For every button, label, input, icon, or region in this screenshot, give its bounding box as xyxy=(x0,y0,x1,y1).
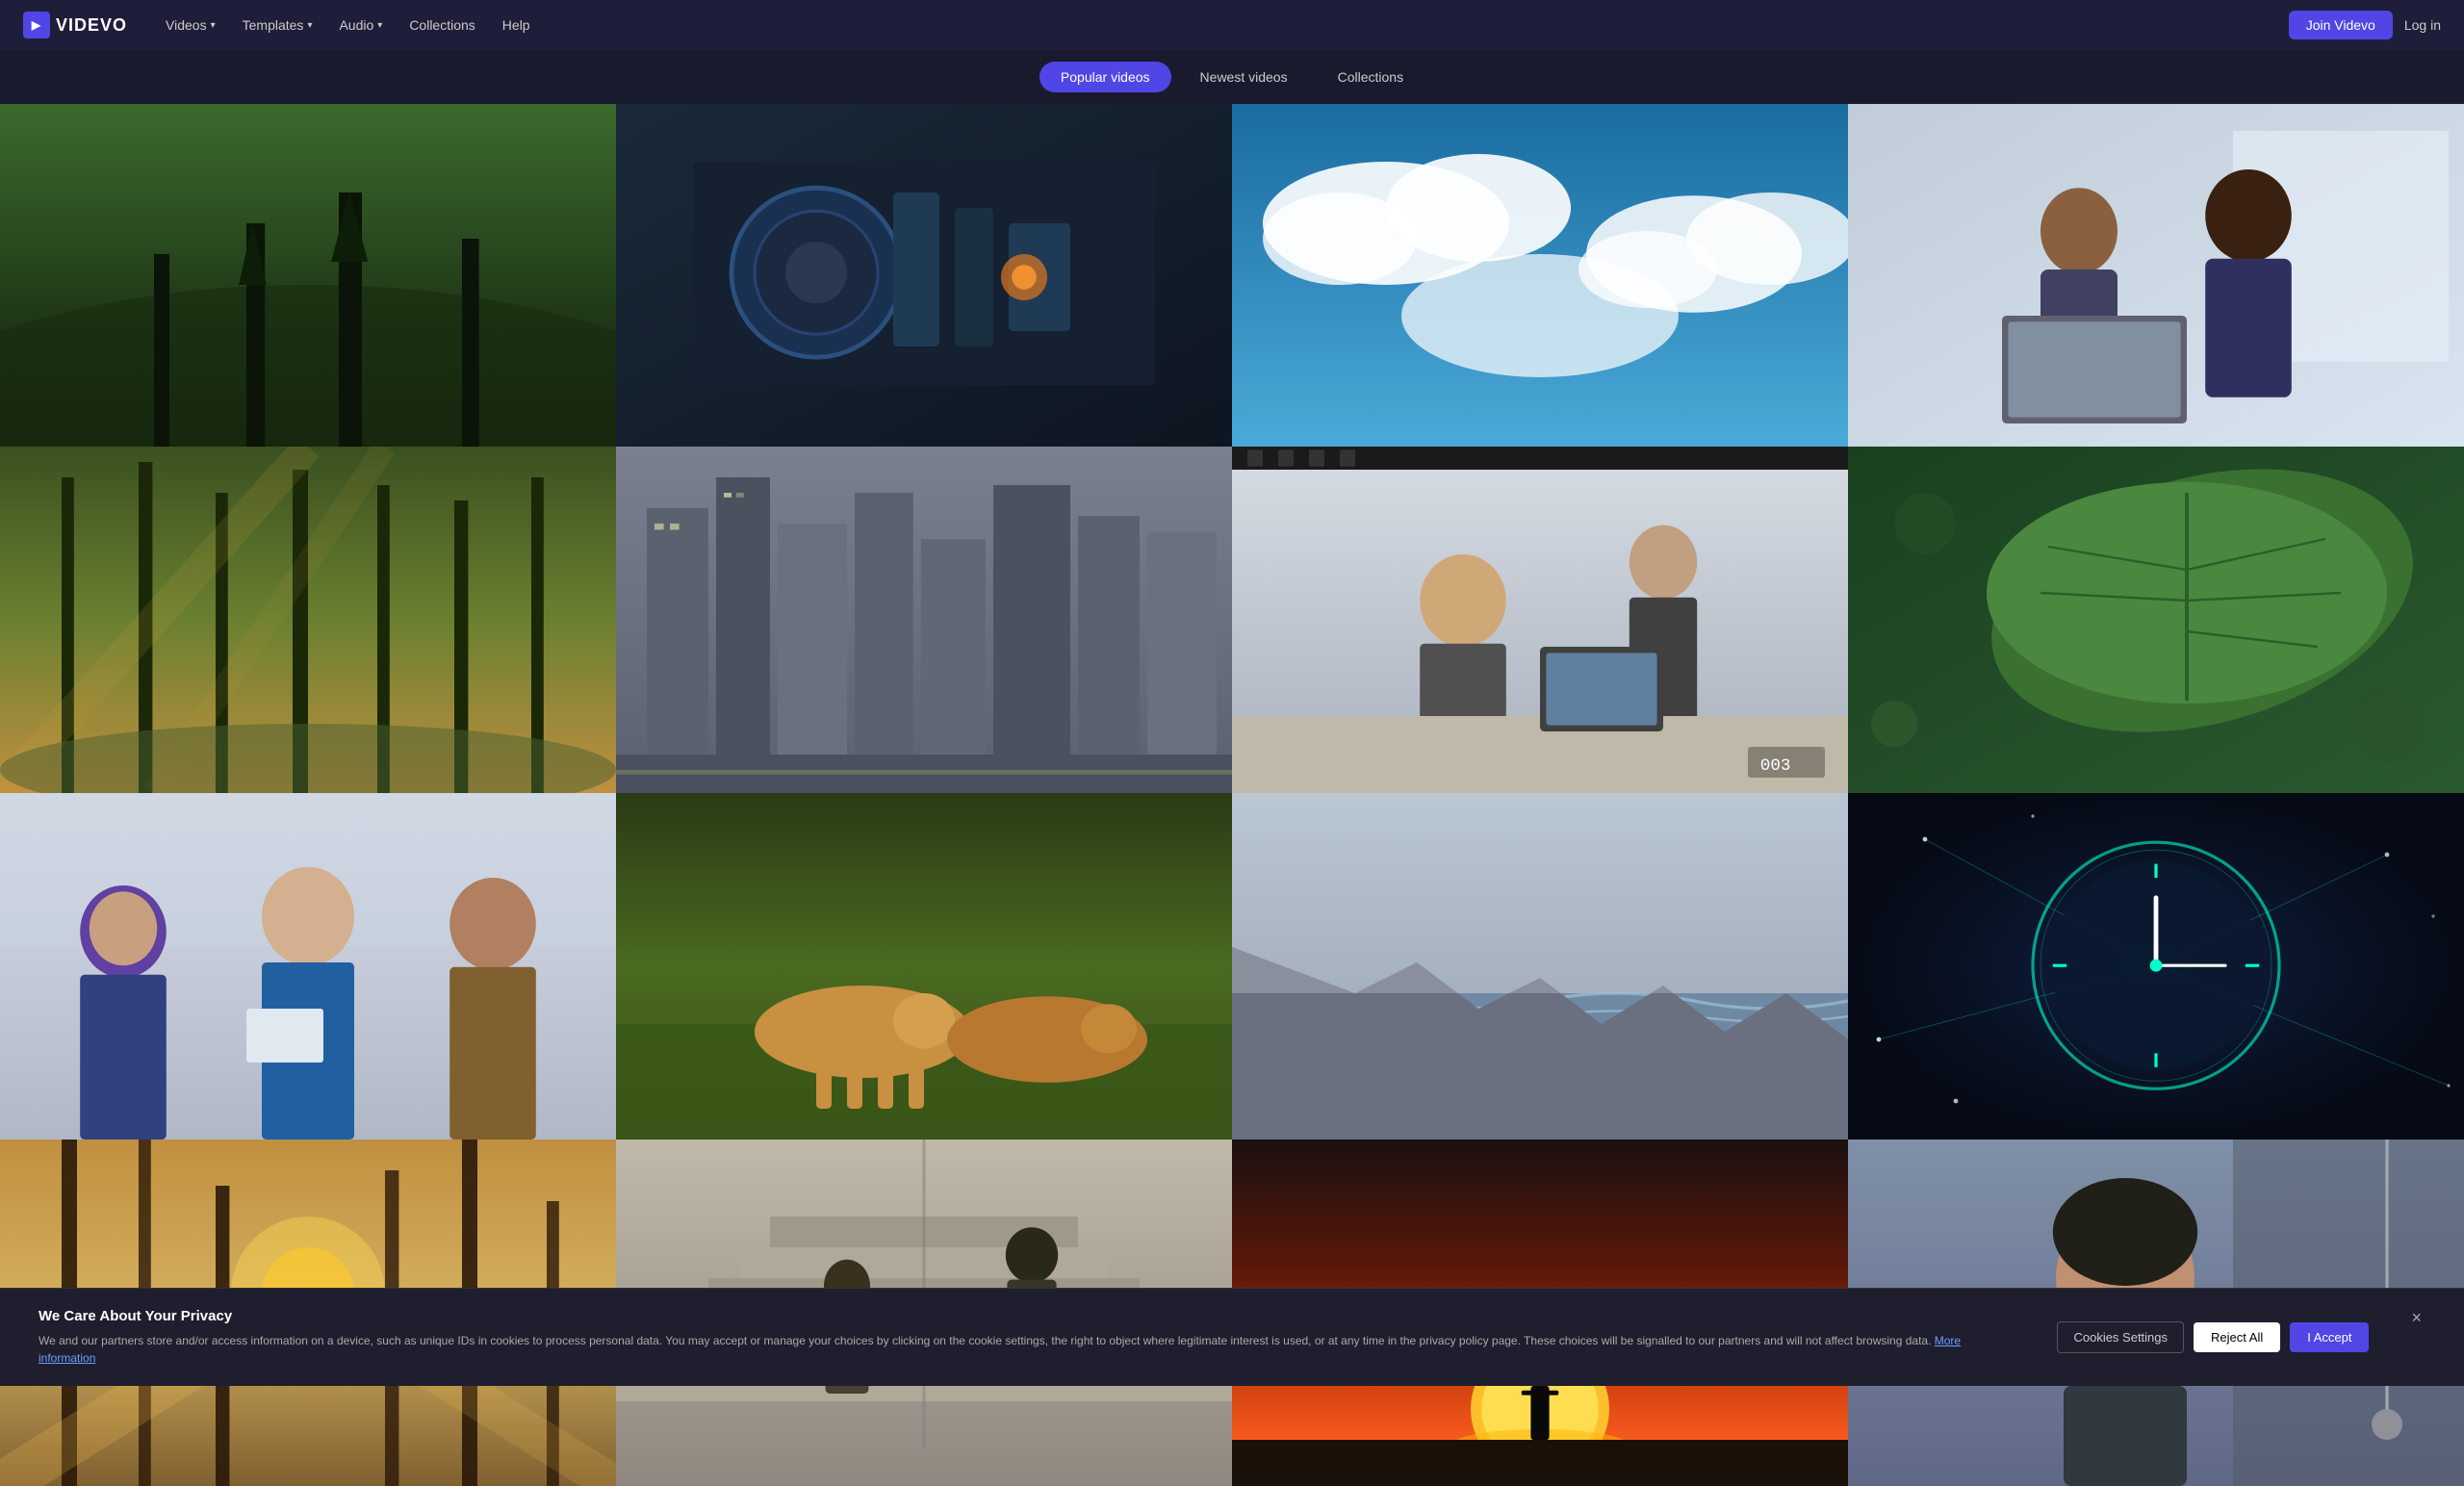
video-item-5[interactable] xyxy=(0,447,616,793)
navbar: ▶ VIDEVO Videos ▾ Templates ▾ Audio ▾ Co… xyxy=(0,0,2464,50)
chevron-down-icon: ▾ xyxy=(307,20,312,31)
reject-all-button[interactable]: Reject All xyxy=(2194,1322,2280,1352)
tabs-bar: Popular videos Newest videos Collections xyxy=(0,50,2464,104)
tab-collections[interactable]: Collections xyxy=(1317,62,1424,92)
brand-name: VIDEVO xyxy=(56,15,127,36)
close-cookie-banner-button[interactable]: × xyxy=(2407,1308,2426,1328)
nav-videos[interactable]: Videos ▾ xyxy=(154,12,227,38)
video-item-1[interactable] xyxy=(0,100,616,447)
nav-right: Join Videvo Log in xyxy=(2289,11,2441,39)
chevron-down-icon: ▾ xyxy=(211,20,216,31)
video-item-11[interactable] xyxy=(1232,793,1848,1140)
logo[interactable]: ▶ VIDEVO xyxy=(23,12,127,38)
video-item-12[interactable] xyxy=(1848,793,2464,1140)
video-grid: 003 xyxy=(0,100,2464,1486)
video-item-2[interactable] xyxy=(616,100,1232,447)
play-icon: ▶ xyxy=(32,18,41,32)
nav-links: Videos ▾ Templates ▾ Audio ▾ Collections… xyxy=(154,12,2262,38)
login-button[interactable]: Log in xyxy=(2404,17,2441,33)
video-item-9[interactable] xyxy=(0,793,616,1140)
video-item-3[interactable] xyxy=(1232,100,1848,447)
chevron-down-icon: ▾ xyxy=(377,20,382,31)
video-item-4[interactable] xyxy=(1848,100,2464,447)
join-button[interactable]: Join Videvo xyxy=(2289,11,2393,39)
tab-popular-videos[interactable]: Popular videos xyxy=(1040,62,1171,92)
logo-icon: ▶ xyxy=(23,12,50,38)
tab-newest-videos[interactable]: Newest videos xyxy=(1179,62,1309,92)
cookie-text-content: We Care About Your Privacy We and our pa… xyxy=(38,1308,2018,1367)
cookie-actions: Cookies Settings Reject All I Accept xyxy=(2057,1321,2369,1353)
nav-templates[interactable]: Templates ▾ xyxy=(231,12,324,38)
video-item-10[interactable] xyxy=(616,793,1232,1140)
nav-collections[interactable]: Collections xyxy=(398,12,486,38)
cookie-description: We and our partners store and/or access … xyxy=(38,1332,2018,1367)
accept-all-button[interactable]: I Accept xyxy=(2290,1322,2369,1352)
nav-audio[interactable]: Audio ▾ xyxy=(327,12,394,38)
video-item-6[interactable] xyxy=(616,447,1232,793)
video-item-8[interactable] xyxy=(1848,447,2464,793)
cookie-title: We Care About Your Privacy xyxy=(38,1308,2018,1324)
cookie-banner: We Care About Your Privacy We and our pa… xyxy=(0,1288,2464,1386)
nav-help[interactable]: Help xyxy=(491,12,542,38)
cookies-settings-button[interactable]: Cookies Settings xyxy=(2057,1321,2184,1353)
video-item-7[interactable]: 003 xyxy=(1232,447,1848,793)
